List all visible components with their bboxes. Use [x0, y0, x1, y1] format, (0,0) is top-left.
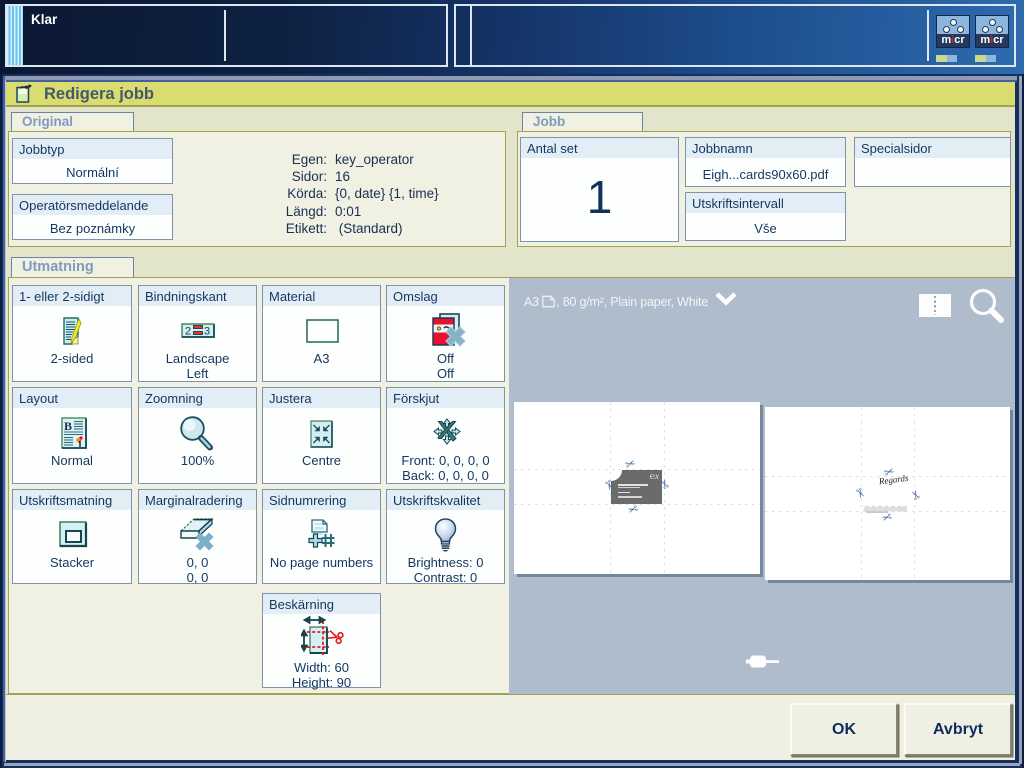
svg-text:2: 2 — [185, 326, 191, 338]
svg-text:B: B — [64, 419, 72, 433]
svg-text:3: 3 — [204, 326, 210, 338]
